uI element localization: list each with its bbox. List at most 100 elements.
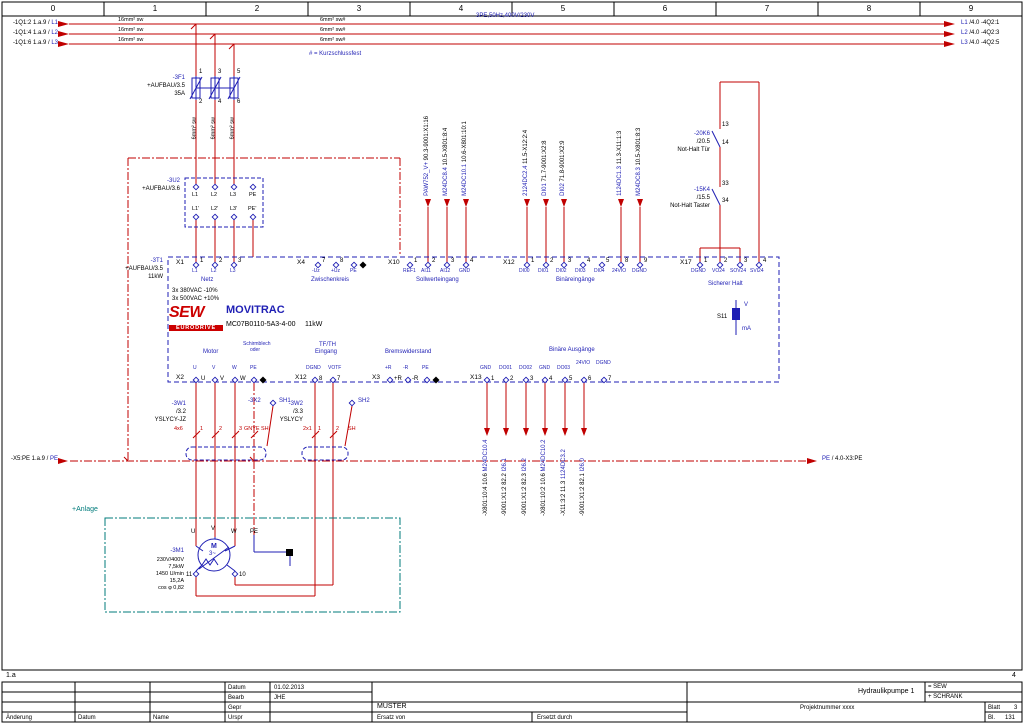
motor-terminal: V [211, 526, 215, 533]
terminal-signal: DGND [596, 361, 611, 367]
pe-note-line2: oder [250, 348, 260, 354]
section-caption-netz: Netz [201, 277, 213, 284]
terminal-number: 3 [530, 376, 533, 383]
tb-bl-label: Bl. [988, 715, 995, 722]
terminal-number: 2 [550, 258, 553, 265]
terminal-signal: L1 [192, 269, 198, 275]
contact-k6-desc: Not-Halt Tür [650, 147, 710, 154]
connector-x1: X1 [176, 259, 184, 266]
terminal-signal: DI03 [575, 269, 586, 275]
next-page-ref: 4 [1012, 672, 1016, 680]
section-caption-tfth2: Eingang [315, 349, 337, 356]
voltage-range-1: 3x 380VAC -10% [172, 288, 218, 295]
terminal-number: 6 [588, 376, 591, 383]
filter-location: +AUFBAU/3.6 [112, 186, 180, 193]
wire-gauge: 6mm² sw# [320, 17, 345, 23]
motor-spec: 15,2A [134, 578, 184, 584]
ruler-cell: 3 [308, 4, 410, 13]
terminal-number: 2 [724, 258, 727, 265]
terminal-signal: VO24 [712, 269, 725, 275]
terminal-signal: DGND [632, 269, 647, 275]
cable-core: GNYE [244, 426, 260, 432]
terminal-signal: DI04 [594, 269, 605, 275]
drive-box [168, 257, 779, 382]
contact-terminal: 14 [722, 140, 729, 147]
tb-location-code: + SCHRANK [928, 694, 963, 701]
terminal-number: 1 [200, 258, 203, 265]
terminal-number: 7 [608, 376, 611, 383]
filter-terminal: L2' [211, 206, 218, 212]
terminal-number: 1 [414, 258, 417, 265]
dest-ref-l3: L3 /4.0 -4Q2:5 [961, 40, 999, 47]
terminal-signal: DO03 [557, 366, 570, 372]
terminal-signal: DI02 [556, 269, 567, 275]
drive-type: MC07B0110-5A3-4-00 [226, 321, 296, 329]
cable-core: SH [348, 426, 356, 432]
filter-terminal: L1 [192, 192, 198, 198]
s11-volt-option: V [744, 302, 748, 309]
contact-k4-desc: Not-Halt Taster [650, 203, 710, 210]
signal-ref-in: M24DC8.3 10.5-X801:8:3 [636, 128, 643, 196]
motor-terminal: U [191, 529, 195, 536]
terminal-signal: DO02 [519, 366, 532, 372]
fuse-name: -3F1 [115, 75, 185, 82]
terminal-number: 1 [491, 376, 494, 383]
connector-x3: X3 [372, 374, 380, 381]
contact-symbols [712, 131, 720, 205]
signal-ref-out: -X801:10:4 10.6 M24DC10.4 [483, 440, 490, 516]
tb-function-code: = SEW [928, 684, 947, 691]
cable-core: 1 [200, 426, 203, 432]
tb-ersatz-label: Ersatz von [377, 715, 405, 722]
terminal-signal: 24VIO [612, 269, 626, 275]
tb-name-label: Name [153, 715, 169, 722]
connector-x13: X13 [470, 374, 482, 381]
tb-blatt-value: 3 [1014, 705, 1017, 712]
dest-ref-l2: L2 /4.0 -4Q2:3 [961, 30, 999, 37]
source-ref-l3: -1Q1:6 1.a.9 / L3 [8, 40, 58, 47]
connector-x2: X2 [176, 374, 184, 381]
terminal-number: 3 [744, 258, 747, 265]
fuse-terminal: 2 [199, 99, 202, 106]
terminal-signal: PE [422, 366, 429, 372]
connector-x12: X12 [503, 259, 515, 266]
cable2-ref: /3.3 [263, 409, 303, 416]
tb-aenderung-label: Änderung [6, 715, 32, 722]
terminal-number: 1 [704, 258, 707, 265]
wire-gauge: 16mm² sw [118, 37, 143, 43]
terminal-signal: REF1 [403, 269, 416, 275]
cable-core: SH [261, 426, 269, 432]
wire-gauge: 16mm² sw [118, 17, 143, 23]
cable-core: 3 [239, 426, 242, 432]
terminal-number: 8 [625, 258, 628, 265]
signal-ref-out: -9001:X1:2 82.2 I26.1 [502, 458, 509, 516]
signal-ref-in: DI01 71.7-9001:X2:8 [542, 140, 549, 195]
section-caption-motor: Motor [203, 349, 218, 356]
signal-ref-in: DI02 71.8-9001:X2:9 [560, 140, 567, 195]
cable1-ref: /3.2 [146, 409, 186, 416]
fuse-terminal: 5 [237, 69, 240, 76]
terminal-signal: GND [480, 366, 491, 372]
contact-terminal: 33 [722, 181, 729, 188]
motor-spec: 230V/400V [134, 557, 184, 563]
wire-gauge-vertical: 6mm² sw [230, 117, 236, 139]
shield-terminal-sh1: SH1 [279, 398, 291, 405]
motor-spec: 7,5kW [134, 564, 184, 570]
contact-k6-name: -20K6 [650, 131, 710, 138]
terminal-number: 3 [238, 258, 241, 265]
signal-ref-out: -9001:X1:2 82.1 I26.0 [580, 458, 587, 516]
prev-page-ref: 1.a [6, 672, 16, 680]
tb-urspr-label: Urspr [228, 715, 243, 722]
terminal-signal: U [193, 366, 197, 372]
section-caption-bremswiderstand: Bremswiderstand [385, 349, 431, 356]
terminal-signal: VOTF [328, 366, 341, 372]
eurodrive-logo: EURODRIVE [169, 325, 223, 331]
terminal-number: 4 [549, 376, 552, 383]
terminal-number: 8 [319, 376, 322, 383]
motor-terminal: W [231, 529, 237, 536]
terminal-signal: GND [459, 269, 470, 275]
fuse-location: +AUFBAU/3.5 [115, 83, 185, 90]
drive-tag-power: 11kW [103, 274, 163, 281]
tb-datum-value: 01.02.2013 [274, 685, 304, 692]
terminal-number: 4 [470, 258, 473, 265]
drive-tag-name: -3T1 [103, 258, 163, 265]
